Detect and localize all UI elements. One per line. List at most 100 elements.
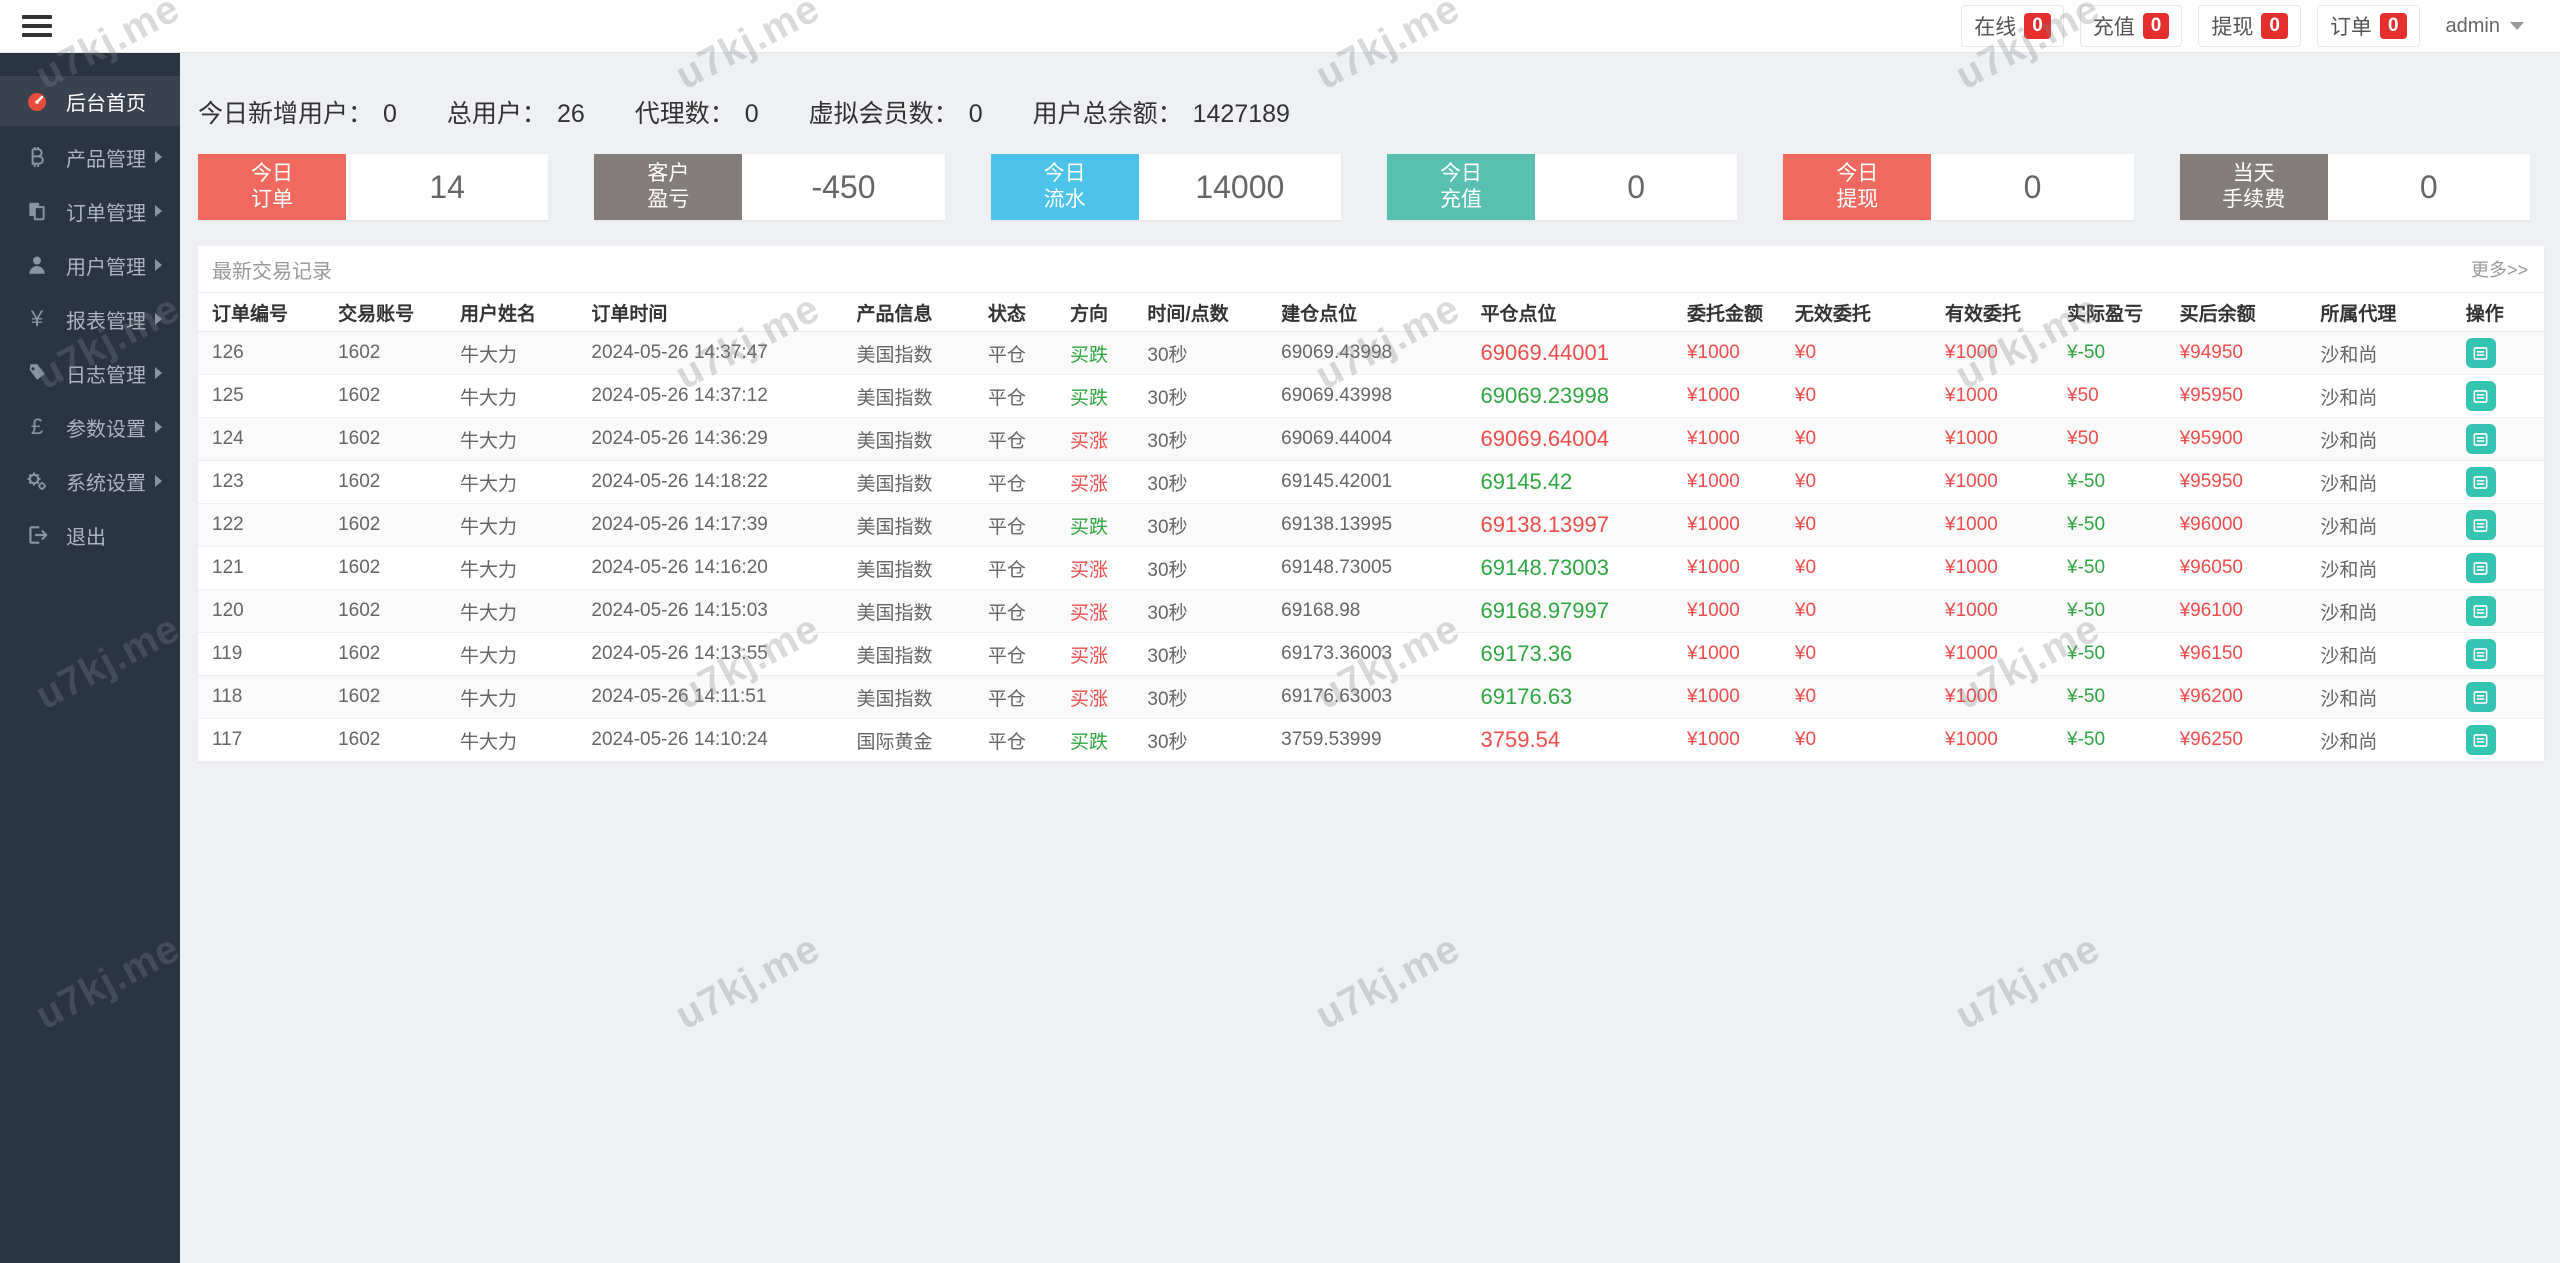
main-content: 今日新增用户： 0 总用户： 26 代理数： 0 虚拟会员数： 0 用户总余额： 1427… [180, 52, 2560, 1263]
cell-close: 69168.97997 [1476, 589, 1683, 633]
cell-open: 69176.63003 [1277, 675, 1477, 719]
cell-product: 美国指数 [852, 374, 984, 418]
cell-valid: ¥1000 [1941, 503, 2063, 547]
cell-valid: ¥1000 [1941, 331, 2063, 375]
table-row: 126 1602 牛大力 2024-05-26 14:37:47 美国指数 平仓 买跌 30秒… [198, 331, 2544, 375]
cell-id: 117 [198, 718, 335, 762]
table-row: 125 1602 牛大力 2024-05-26 14:37:12 美国指数 平仓 买跌 30秒… [198, 374, 2544, 418]
order-counter[interactable]: 订单 0 [2316, 5, 2420, 47]
order-detail-button[interactable] [2465, 682, 2496, 712]
cell-invalid: ¥0 [1790, 331, 1942, 375]
cell-balance: ¥94950 [2175, 331, 2317, 375]
cell-action [2461, 417, 2544, 461]
sidebar-item-parameters[interactable]: £ 参数设置 [0, 400, 180, 454]
cell-close: 69069.44001 [1476, 331, 1683, 375]
cell-period: 30秒 [1143, 374, 1278, 418]
chevron-right-icon [155, 259, 162, 271]
admin-dropdown[interactable]: admin [2436, 9, 2534, 44]
cell-invalid: ¥0 [1790, 546, 1942, 590]
cell-name: 牛大力 [456, 417, 588, 461]
sidebar-item-products[interactable]: 产品管理 [0, 130, 180, 184]
order-detail-button[interactable] [2465, 510, 2496, 540]
cell-period: 30秒 [1143, 503, 1278, 547]
column-header: 用户姓名 [456, 293, 588, 332]
sidebar-item-orders[interactable]: 订单管理 [0, 184, 180, 238]
table-row: 123 1602 牛大力 2024-05-26 14:18:22 美国指数 平仓 买涨 30秒… [198, 460, 2544, 504]
chevron-right-icon [155, 151, 162, 163]
sidebar-item-reports[interactable]: ¥ 报表管理 [0, 292, 180, 346]
column-header: 产品信息 [852, 293, 984, 332]
sidebar-item-logout[interactable]: 退出 [0, 508, 180, 562]
cell-time: 2024-05-26 14:37:12 [587, 374, 853, 418]
order-detail-button[interactable] [2465, 596, 2496, 626]
order-detail-button[interactable] [2465, 725, 2496, 755]
table-header-row: 订单编号 交易账号 用户姓名 订单时间 产品信息 状态 方向 时间/点数 建仓点位 平仓点位 委托金… [198, 293, 2544, 332]
cell-profit: ¥-50 [2063, 546, 2176, 590]
cell-status: 平仓 [983, 675, 1066, 719]
column-header: 平仓点位 [1476, 293, 1683, 332]
card-today-turnover: 今日 流水 14000 [990, 154, 1341, 220]
cell-id: 124 [198, 417, 335, 461]
cell-balance: ¥95950 [2175, 374, 2317, 418]
params-icon: £ [30, 414, 44, 439]
cell-profit: ¥-50 [2063, 675, 2176, 719]
column-header: 订单编号 [198, 293, 335, 332]
order-detail-button[interactable] [2465, 467, 2496, 497]
cell-invalid: ¥0 [1790, 374, 1942, 418]
cell-agent: 沙和尚 [2316, 632, 2462, 676]
cell-amount: ¥1000 [1682, 374, 1791, 418]
cell-action [2461, 718, 2544, 762]
cell-agent: 沙和尚 [2316, 331, 2462, 375]
cell-direction: 买涨 [1066, 460, 1144, 504]
cell-status: 平仓 [983, 460, 1066, 504]
cell-amount: ¥1000 [1682, 417, 1791, 461]
more-link[interactable]: 更多>> [2471, 256, 2528, 282]
sidebar-item-system[interactable]: 系统设置 [0, 454, 180, 508]
cell-account: 1602 [334, 331, 457, 375]
cell-agent: 沙和尚 [2316, 718, 2462, 762]
cell-direction: 买跌 [1066, 718, 1144, 762]
sidebar-item-users[interactable]: 用户管理 [0, 238, 180, 292]
admin-username: admin [2445, 14, 2500, 37]
order-detail-button[interactable] [2465, 381, 2496, 411]
online-counter[interactable]: 在线 0 [1961, 5, 2064, 47]
sidebar-item-logs[interactable]: 日志管理 [0, 346, 180, 400]
sidebar-item-dashboard[interactable]: 后台首页 [0, 76, 180, 126]
column-header: 状态 [983, 293, 1066, 332]
column-header: 所属代理 [2316, 293, 2462, 332]
card-label: 今日 流水 [990, 154, 1139, 220]
order-detail-button[interactable] [2465, 639, 2496, 669]
cell-open: 69069.43998 [1277, 374, 1477, 418]
sidebar-item-label: 日志管理 [66, 364, 146, 387]
cell-valid: ¥1000 [1941, 374, 2063, 418]
cell-open: 69069.43998 [1277, 331, 1477, 375]
cell-action [2461, 503, 2544, 547]
cell-agent: 沙和尚 [2316, 374, 2462, 418]
column-header: 方向 [1066, 293, 1144, 332]
cell-close: 69176.63 [1476, 675, 1683, 719]
cell-invalid: ¥0 [1790, 632, 1942, 676]
recharge-counter[interactable]: 充值 0 [2079, 5, 2183, 47]
cell-direction: 买跌 [1066, 331, 1144, 375]
cell-time: 2024-05-26 14:15:03 [587, 589, 853, 633]
cell-product: 美国指数 [852, 503, 984, 547]
table-row: 124 1602 牛大力 2024-05-26 14:36:29 美国指数 平仓 买涨 30秒… [198, 417, 2544, 461]
cell-valid: ¥1000 [1941, 546, 2063, 590]
card-label: 今日 充值 [1386, 154, 1535, 220]
order-detail-button[interactable] [2465, 553, 2496, 583]
order-detail-button[interactable] [2465, 424, 2496, 454]
cell-action [2461, 331, 2544, 375]
cell-time: 2024-05-26 14:37:47 [587, 331, 853, 375]
order-detail-button[interactable] [2465, 338, 2496, 368]
menu-toggle-icon[interactable] [22, 15, 52, 37]
cell-valid: ¥1000 [1941, 460, 2063, 504]
card-customer-pnl: 客户 盈亏 -450 [594, 154, 945, 220]
column-header: 委托金额 [1682, 293, 1791, 332]
withdraw-counter[interactable]: 提现 0 [2198, 5, 2301, 47]
cell-status: 平仓 [983, 589, 1066, 633]
cell-status: 平仓 [983, 331, 1066, 375]
cell-id: 121 [198, 546, 335, 590]
cell-period: 30秒 [1143, 331, 1278, 375]
cell-close: 69138.13997 [1476, 503, 1683, 547]
cell-invalid: ¥0 [1790, 718, 1942, 762]
